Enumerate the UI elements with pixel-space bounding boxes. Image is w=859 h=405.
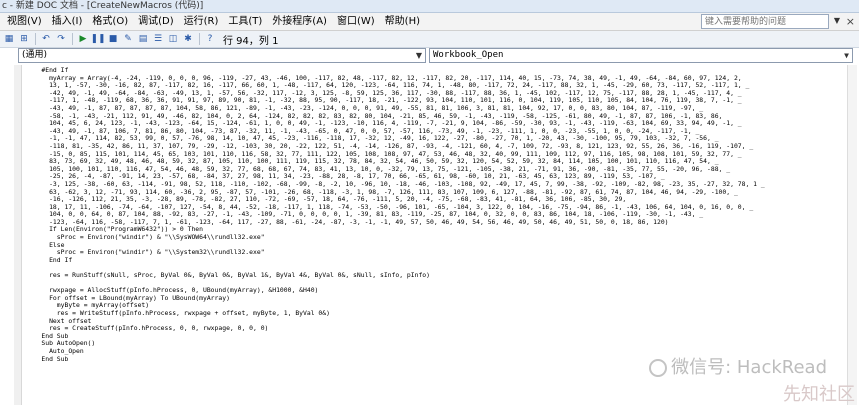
code-line[interactable]: myArray = Array(-4, -24, -119, 0, 0, 0, … (26, 75, 856, 83)
menu-window[interactable]: 窗口(W) (332, 13, 380, 31)
watermark-secondary: 先知社区 (783, 384, 855, 405)
procedure-dropdown-value: Workbook_Open (433, 50, 504, 60)
code-line[interactable]: 83, 73, 69, 32, 49, 48, 46, 48, 59, 32, … (26, 158, 856, 166)
menu-tools[interactable]: 工具(T) (223, 13, 267, 31)
code-line[interactable]: 63, -62, 3, 12, -71, 93, 114, 60, -36, 2… (26, 189, 856, 197)
code-line[interactable]: Next offset (26, 318, 856, 326)
procedure-dropdown[interactable]: Workbook_Open ▼ (429, 48, 853, 63)
standard-toolbar: ▦ ⊞ ↶ ↷ ▶ ❚❚ ■ ✎ ▤ ☰ ◫ ✱ ? 行 94，列 1 (0, 31, 859, 48)
code-line[interactable]: 104, 0, 0, 64, 0, 87, 104, 88, -92, 83, … (26, 211, 856, 219)
code-line[interactable]: -117, 1, -48, -119, 68, 36, 36, 91, 91, … (26, 97, 856, 105)
run-icon[interactable]: ▶ (77, 33, 89, 45)
toolbox-icon[interactable]: ✱ (182, 33, 194, 45)
code-line[interactable]: rwxpage = AllocStuff(pInfo.hProcess, 0, … (26, 287, 856, 295)
menu-run[interactable]: 运行(R) (179, 13, 224, 31)
code-line[interactable]: -43, 49, -1, 87, 106, 7, 81, 86, 80, 104… (26, 128, 856, 136)
chevron-down-icon: ▼ (415, 51, 422, 60)
code-line[interactable]: 104, 45, 6, 24, 123, -1, -43, -123, -64,… (26, 120, 856, 128)
margin-indicator-bar[interactable] (14, 65, 22, 405)
code-line[interactable]: res = RunStuff(sNull, sProc, ByVal 0&, B… (26, 272, 856, 280)
watermark-text: 微信号: HackRead (671, 357, 827, 378)
code-line[interactable]: -58, -1, -43, -21, 112, 91, 49, -46, 82,… (26, 113, 856, 121)
menu-insert[interactable]: 插入(I) (47, 13, 88, 31)
code-line[interactable]: If Len(Environ("ProgramW6432")) > 0 Then (26, 226, 856, 234)
menu-debug[interactable]: 调试(D) (133, 13, 179, 31)
properties-icon[interactable]: ☰ (152, 33, 164, 45)
code-line[interactable]: myByte = myArray(offset) (26, 302, 856, 310)
toolbar-divider (199, 33, 200, 45)
chevron-down-icon: ▼ (844, 51, 849, 60)
code-line[interactable]: res = WriteStuff(pInfo.hProcess, rwxpage… (26, 310, 856, 318)
project-explorer-icon[interactable]: ▤ (137, 33, 149, 45)
pause-icon[interactable]: ❚❚ (90, 33, 105, 45)
toolbar-divider (35, 33, 36, 45)
code-line[interactable]: 13, 1, -57, -30, -16, 82, 87, -117, 82, … (26, 82, 856, 90)
code-window: (通用) ▼ Workbook_Open ▼ #End If myArray =… (0, 48, 859, 405)
code-line[interactable]: -42, 49, -1, 49, -64, -84, -63, -49, 13,… (26, 90, 856, 98)
wechat-icon (649, 359, 668, 377)
code-line[interactable]: 105, 100, 101, 110, 116, 47, 54, 46, 48,… (26, 166, 856, 174)
code-line[interactable]: -123, -64, 116, -58, -117, 7, 1, -61, -1… (26, 219, 856, 227)
code-line[interactable]: -16, -126, 112, 21, 35, -3, -28, 89, -78… (26, 196, 856, 204)
code-line[interactable]: End If (26, 257, 856, 265)
chevron-down-icon[interactable]: ▼ (834, 16, 840, 25)
object-dropdown-value: (通用) (22, 50, 48, 60)
vertical-scrollbar[interactable] (847, 65, 857, 405)
redo-icon[interactable]: ↷ (55, 33, 67, 45)
code-line[interactable]: -25, 26, -4, -87, -91, 14, 23, -57, 68, … (26, 173, 856, 181)
reset-icon[interactable]: ■ (107, 33, 119, 45)
menu-help[interactable]: 帮助(H) (380, 13, 425, 31)
code-line[interactable]: Sub AutoOpen() (26, 340, 856, 348)
code-line[interactable]: sProc = Environ("windir") & "\\System32\… (26, 249, 856, 257)
cursor-position: 行 94，列 1 (223, 35, 279, 47)
close-icon[interactable]: × (846, 14, 855, 30)
window-title: c - 新建 DOC 文档 - [CreateNewMacros (代码)] (0, 0, 859, 13)
code-line[interactable]: End Sub (26, 333, 856, 341)
object-dropdown[interactable]: (通用) ▼ (18, 48, 426, 63)
help-search-input[interactable] (701, 14, 829, 29)
code-line[interactable] (26, 264, 856, 272)
help-icon[interactable]: ? (204, 33, 216, 45)
code-line[interactable]: -1, -1, 47, 114, 82, 53, 99, 0, 57, -76,… (26, 135, 856, 143)
menu-format[interactable]: 格式(O) (87, 13, 133, 31)
object-browser-icon[interactable]: ◫ (167, 33, 179, 45)
menu-addins[interactable]: 外接程序(A) (267, 13, 332, 31)
watermark: 微信号: HackRead (649, 353, 827, 379)
code-line[interactable]: #End If (26, 67, 856, 75)
design-mode-icon[interactable]: ✎ (122, 33, 134, 45)
procedure-bar: (通用) ▼ Workbook_Open ▼ (18, 48, 853, 64)
code-line[interactable]: -118, 81, -35, 42, 86, 11, 37, 107, 79, … (26, 143, 856, 151)
view-excel-icon[interactable]: ▦ (3, 33, 15, 45)
code-line[interactable]: -43, 49, -1, 87, 87, 87, 87, 87, 104, 58… (26, 105, 856, 113)
code-line[interactable]: -3, 125, -38, -60, 63, -114, -91, 98, 52… (26, 181, 856, 189)
code-line[interactable] (26, 280, 856, 288)
code-line[interactable]: Else (26, 242, 856, 250)
code-line[interactable]: res = CreateStuff(pInfo.hProcess, 0, 0, … (26, 325, 856, 333)
toolbar-divider (72, 33, 73, 45)
code-line[interactable]: sProc = Environ("windir") & "\\SysWOW64\… (26, 234, 856, 242)
menu-bar: 视图(V) 插入(I) 格式(O) 调试(D) 运行(R) 工具(T) 外接程序… (0, 13, 859, 31)
insert-module-icon[interactable]: ⊞ (18, 33, 30, 45)
code-line[interactable]: -15, 0, 85, 115, 101, 114, 45, 65, 103, … (26, 151, 856, 159)
undo-icon[interactable]: ↶ (40, 33, 52, 45)
menu-view[interactable]: 视图(V) (2, 13, 47, 31)
code-line[interactable]: 18, 17, 11, -106, -74, -64, -107, 127, -… (26, 204, 856, 212)
code-line[interactable]: For offset = LBound(myArray) To UBound(m… (26, 295, 856, 303)
